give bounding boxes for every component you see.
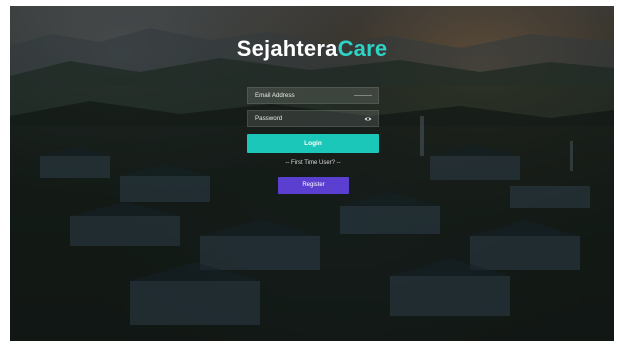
- email-field[interactable]: Email Address: [247, 87, 379, 104]
- field-accent-line: [354, 95, 372, 96]
- register-button[interactable]: Register: [278, 177, 349, 194]
- logo-text-accent: Care: [337, 36, 388, 61]
- password-placeholder: Password: [255, 115, 283, 122]
- first-time-user-text: -- First Time User? --: [285, 160, 341, 166]
- login-button[interactable]: Login: [247, 134, 379, 153]
- login-screen: SejahteraCare Email Address Password Log…: [10, 6, 614, 341]
- logo-text-primary: Sejahtera: [236, 36, 338, 61]
- app-logo: SejahteraCare: [10, 36, 614, 62]
- password-field[interactable]: Password: [247, 110, 379, 127]
- eye-icon[interactable]: [364, 115, 372, 123]
- email-placeholder: Email Address: [255, 92, 295, 99]
